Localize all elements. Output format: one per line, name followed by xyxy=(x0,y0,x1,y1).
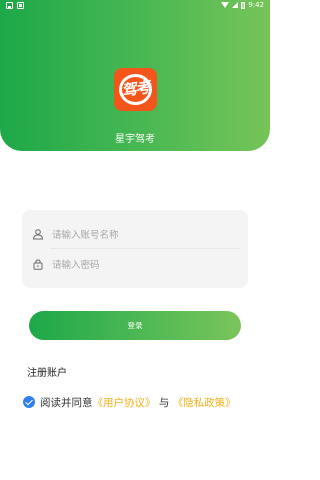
app-notification-icon xyxy=(17,2,24,9)
user-agreement-link[interactable]: 《用户协议》 xyxy=(93,397,156,409)
gallery-notification-icon xyxy=(6,2,13,9)
login-form-card xyxy=(22,210,248,288)
privacy-policy-link[interactable]: 《隐私政策》 xyxy=(173,397,236,409)
user-icon xyxy=(32,229,44,240)
login-button[interactable]: 登录 xyxy=(29,311,241,340)
agreement-prefix: 阅读并同意 xyxy=(40,396,93,409)
agreement-text: 阅读并同意《用户协议》 与 《隐私政策》 xyxy=(40,395,236,410)
agreement-connector: 与 xyxy=(158,396,170,409)
field-divider xyxy=(50,248,240,249)
header-banner: 9:42 驾考 星宇驾考 xyxy=(0,0,270,151)
username-field[interactable] xyxy=(22,220,248,249)
signal-icon xyxy=(232,2,239,8)
status-time: 9:42 xyxy=(248,1,264,9)
agreement-row: 阅读并同意《用户协议》 与 《隐私政策》 xyxy=(23,395,236,409)
app-name: 星宇驾考 xyxy=(115,134,155,145)
lock-icon xyxy=(33,259,43,270)
wifi-icon xyxy=(221,2,230,8)
app-logo: 驾考 xyxy=(114,68,157,111)
username-input[interactable] xyxy=(52,226,232,244)
battery-icon xyxy=(241,1,246,9)
password-input[interactable] xyxy=(52,256,232,274)
agreement-checkbox[interactable] xyxy=(23,396,35,408)
register-link[interactable]: 注册账户 xyxy=(27,364,67,379)
logo-text: 驾考 xyxy=(120,78,151,100)
password-field[interactable] xyxy=(22,250,248,279)
status-bar: 9:42 xyxy=(0,0,270,12)
